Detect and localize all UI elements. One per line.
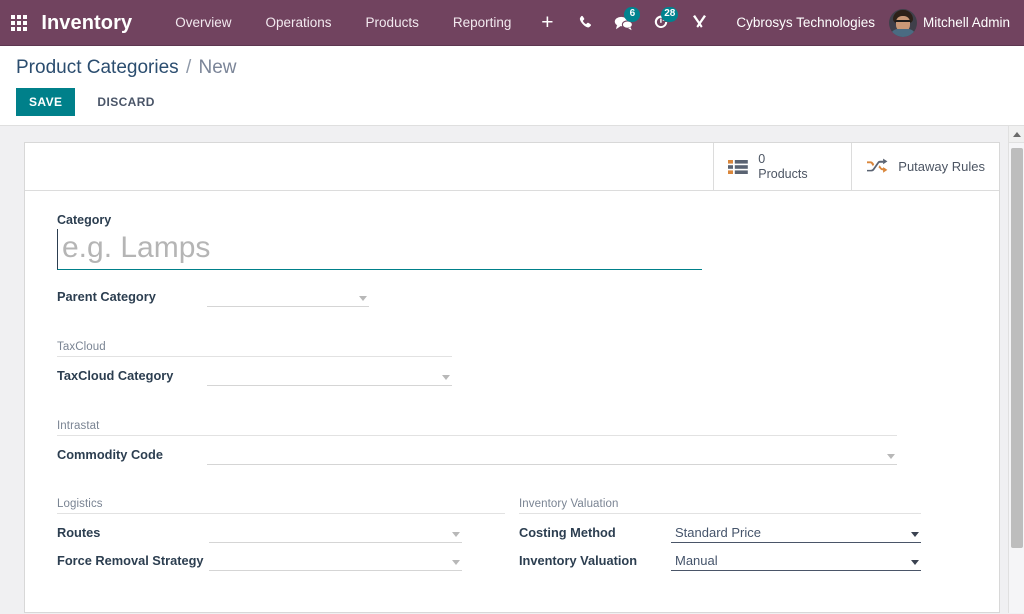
costing-method-select[interactable]: Standard Price — [671, 522, 921, 543]
content-area: 0 Products Putaway Rules — [0, 126, 1024, 613]
discard-button[interactable]: DISCARD — [85, 88, 166, 116]
nav-menu-operations[interactable]: Operations — [249, 0, 349, 46]
user-menu[interactable]: Mitchell Admin — [889, 0, 1024, 46]
phone-icon — [578, 15, 592, 31]
form-columns: Logistics Routes Force Removal Strategy — [57, 498, 967, 571]
save-button[interactable]: SAVE — [16, 88, 75, 116]
section-taxcloud: TaxCloud TaxCloud Category — [57, 341, 452, 386]
list-view-icon — [728, 159, 748, 175]
user-name-label: Mitchell Admin — [923, 15, 1010, 30]
field-row-parent-category: Parent Category — [57, 286, 967, 307]
section-logistics: Logistics Routes Force Removal Strategy — [57, 498, 505, 571]
commodity-code-label: Commodity Code — [57, 445, 207, 465]
nav-menu-overview[interactable]: Overview — [158, 0, 248, 46]
top-navbar: Inventory Overview Operations Products R… — [0, 0, 1024, 46]
nav-menu-reporting[interactable]: Reporting — [436, 0, 529, 46]
activities-menu-button[interactable]: 28 — [642, 0, 680, 46]
form-sheet-wrapper: 0 Products Putaway Rules — [0, 126, 1024, 613]
app-brand-inventory[interactable]: Inventory — [37, 0, 142, 46]
breadcrumb-separator: / — [184, 57, 193, 78]
chevron-down-icon — [887, 454, 895, 459]
chevron-down-icon — [911, 532, 919, 537]
parent-category-input[interactable] — [207, 286, 369, 307]
inventory-valuation-select[interactable]: Manual — [671, 550, 921, 571]
section-title-taxcloud: TaxCloud — [57, 341, 452, 357]
chevron-down-icon — [452, 560, 460, 565]
scroll-up-button[interactable] — [1009, 126, 1024, 143]
chevron-down-icon — [442, 375, 450, 380]
scrollbar-thumb[interactable] — [1011, 148, 1023, 548]
control-panel: Product Categories / New SAVE DISCARD — [0, 46, 1024, 126]
company-switcher[interactable]: Cybrosys Technologies — [718, 0, 889, 46]
stat-button-products[interactable]: 0 Products — [713, 143, 851, 190]
form-sheet: 0 Products Putaway Rules — [24, 142, 1000, 613]
breadcrumb-product-categories[interactable]: Product Categories — [16, 57, 179, 78]
category-name-input[interactable] — [57, 229, 702, 270]
nav-menu-products[interactable]: Products — [349, 0, 436, 46]
chevron-up-icon — [1013, 132, 1021, 137]
navbar-right-tools: + 6 28 — [528, 0, 1024, 46]
field-row-force-removal-strategy: Force Removal Strategy — [57, 550, 505, 571]
stat-products-label: Products — [758, 167, 807, 182]
chevron-down-icon — [359, 296, 367, 301]
chevron-down-icon — [911, 560, 919, 565]
field-row-inventory-valuation: Inventory Valuation Manual — [519, 550, 921, 571]
vertical-scrollbar[interactable] — [1008, 126, 1024, 613]
stat-products-value: 0 — [758, 152, 807, 167]
stat-button-bar: 0 Products Putaway Rules — [25, 143, 999, 191]
section-title-inventory-valuation: Inventory Valuation — [519, 498, 921, 514]
user-avatar — [889, 9, 917, 37]
chevron-down-icon — [452, 532, 460, 537]
messages-counter-badge: 6 — [624, 7, 640, 22]
stat-products-text: 0 Products — [758, 152, 807, 182]
field-row-taxcloud-category: TaxCloud Category — [57, 365, 452, 386]
stat-button-putaway-rules[interactable]: Putaway Rules — [851, 143, 999, 190]
costing-method-value: Standard Price — [671, 525, 761, 540]
quick-create-button[interactable]: + — [528, 0, 566, 46]
commodity-code-input[interactable] — [207, 444, 897, 465]
routes-label: Routes — [57, 523, 209, 543]
apps-grid-icon — [11, 15, 27, 31]
field-row-commodity-code: Commodity Code — [57, 444, 897, 465]
activities-counter-badge: 28 — [661, 7, 678, 22]
inventory-valuation-value: Manual — [671, 553, 718, 568]
parent-category-label: Parent Category — [57, 287, 207, 307]
shuffle-icon — [866, 158, 888, 175]
apps-menu-toggle[interactable] — [0, 0, 37, 46]
section-intrastat: Intrastat Commodity Code — [57, 420, 897, 465]
breadcrumb: Product Categories / New — [16, 56, 1008, 80]
section-inventory-valuation: Inventory Valuation Costing Method Stand… — [519, 498, 921, 571]
breadcrumb-current-new: New — [199, 57, 237, 78]
force-removal-strategy-label: Force Removal Strategy — [57, 551, 209, 571]
plus-icon: + — [541, 12, 553, 33]
routes-input[interactable] — [209, 522, 462, 543]
costing-method-label: Costing Method — [519, 523, 671, 543]
control-panel-buttons: SAVE DISCARD — [16, 88, 1008, 116]
taxcloud-category-label: TaxCloud Category — [57, 366, 207, 386]
navbar-menus: Overview Operations Products Reporting — [158, 0, 528, 46]
field-row-costing-method: Costing Method Standard Price — [519, 522, 921, 543]
section-title-intrastat: Intrastat — [57, 420, 897, 436]
stat-putaway-rules-label: Putaway Rules — [898, 159, 985, 174]
inventory-valuation-label: Inventory Valuation — [519, 551, 671, 571]
voip-phone-button[interactable] — [566, 0, 604, 46]
force-removal-strategy-input[interactable] — [209, 550, 462, 571]
messaging-menu-button[interactable]: 6 — [604, 0, 642, 46]
developer-tools-button[interactable] — [680, 0, 718, 46]
form-body: Category Parent Category TaxCloud TaxClo… — [25, 191, 999, 571]
field-row-routes: Routes — [57, 522, 505, 543]
section-title-logistics: Logistics — [57, 498, 505, 514]
tools-cross-icon — [691, 14, 708, 31]
category-field-label: Category — [57, 213, 967, 227]
taxcloud-category-input[interactable] — [207, 365, 452, 386]
